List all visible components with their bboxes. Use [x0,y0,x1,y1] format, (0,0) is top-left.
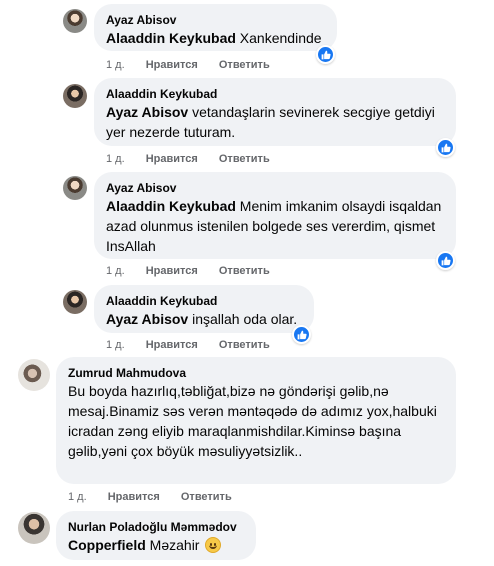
reply-button[interactable]: Ответить [219,58,270,72]
comment-bubble: Alaaddin Keykubad Ayaz Abisov vetandaşla… [94,78,456,146]
comment-bubble: Ayaz Abisov Alaaddin Keykubad Menim imka… [94,172,456,259]
smile-emoji-icon [205,537,222,553]
comment-author[interactable]: Alaaddin Keykubad [106,293,302,309]
mention-link[interactable]: Copperfield [68,537,146,553]
avatar[interactable] [18,359,50,391]
comment-text: Bu boyda hazırlıq,təbliğat,bizə nə göndə… [68,383,437,459]
comment-author[interactable]: Ayaz Abisov [106,180,444,196]
comment-bubble: Nurlan Poladoğlu Məmmədov Copperfield Mə… [56,511,256,560]
comment-author[interactable]: Alaaddin Keykubad [106,86,444,102]
comment-bubble: Alaaddin Keykubad Ayaz Abisov inşallah o… [94,285,314,333]
avatar[interactable] [63,290,87,314]
comment-text: Ayaz Abisov vetandaşlarin sevinerek secg… [106,104,435,140]
like-icon [297,330,307,339]
mention-link[interactable]: Alaaddin Keykubad [106,198,236,214]
like-button[interactable]: Нравится [108,490,160,504]
like-icon [441,256,451,265]
reply-button[interactable]: Ответить [219,338,270,352]
reply-button[interactable]: Ответить [219,152,270,166]
comment-actions: 1 д. Нравится Ответить [68,490,232,504]
reaction-like-badge[interactable] [436,251,455,270]
comment-actions: 1 д. Нравится Ответить [106,152,270,166]
like-button[interactable]: Нравится [146,264,198,278]
like-icon [441,143,451,152]
avatar[interactable] [63,176,87,200]
mention-link[interactable]: Ayaz Abisov [106,311,188,327]
comment-bubble: Zumrud Mahmudova Bu boyda hazırlıq,təbli… [56,357,456,484]
reaction-like-badge[interactable] [436,138,455,157]
comment-actions: 1 д. Нравится Ответить [106,338,270,352]
avatar[interactable] [63,84,87,108]
comment-author[interactable]: Ayaz Abisov [106,12,325,28]
comment-timestamp[interactable]: 1 д. [68,490,87,504]
comment-timestamp[interactable]: 1 д. [106,338,125,352]
like-button[interactable]: Нравится [146,338,198,352]
reply-button[interactable]: Ответить [219,264,270,278]
reaction-like-badge[interactable] [292,325,311,344]
like-icon [321,50,331,59]
reply-button[interactable]: Ответить [181,490,232,504]
comment-actions: 1 д. Нравится Ответить [106,264,270,278]
comment-actions: 1 д. Нравится Ответить [106,58,270,72]
avatar[interactable] [18,512,50,544]
comment-author[interactable]: Zumrud Mahmudova [68,365,444,381]
comment-author[interactable]: Nurlan Poladoğlu Məmmədov [68,519,244,535]
comment-timestamp[interactable]: 1 д. [106,152,125,166]
avatar[interactable] [63,9,87,33]
comment-text: Ayaz Abisov inşallah oda olar. [106,311,298,327]
mention-link[interactable]: Alaaddin Keykubad [106,30,236,46]
reaction-like-badge[interactable] [316,45,335,64]
comment-text: Copperfield Məzahir [68,535,244,555]
like-button[interactable]: Нравится [146,152,198,166]
comment-bubble: Ayaz Abisov Alaaddin Keykubad Xankendind… [94,4,337,51]
like-button[interactable]: Нравится [146,58,198,72]
comment-text: Alaaddin Keykubad Xankendinde [106,30,322,46]
comment-timestamp[interactable]: 1 д. [106,264,125,278]
comment-timestamp[interactable]: 1 д. [106,58,125,72]
comment-text: Alaaddin Keykubad Menim imkanim olsaydi … [106,198,442,254]
mention-link[interactable]: Ayaz Abisov [106,104,188,120]
